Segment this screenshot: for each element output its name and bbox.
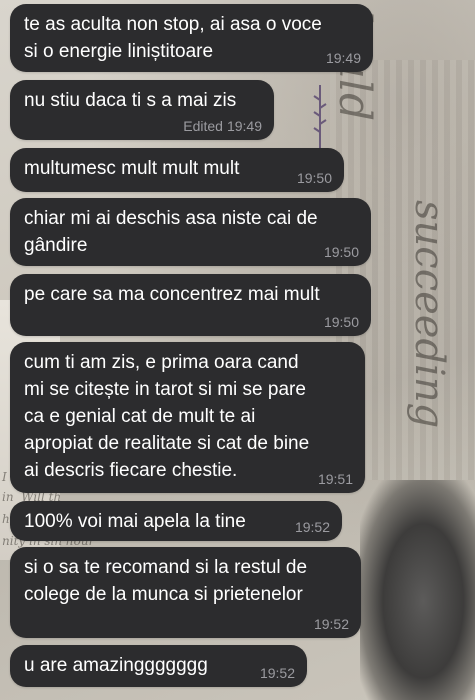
message-bubble[interactable]: multumesc mult mult mult 19:50 [10, 148, 344, 192]
message-text: u are amazinggggggg [24, 655, 208, 676]
message-time: 19:52 [294, 519, 330, 535]
message-meta: 19:49 [326, 50, 361, 66]
message-text: te as aculta non stop, ai asa o voce si … [24, 14, 322, 62]
message-bubble[interactable]: si o sa te recomand si la restul de cole… [10, 547, 361, 638]
message-time: 19:52 [313, 616, 349, 632]
message-text: pe care sa ma concentrez mai mult [24, 284, 320, 305]
message-text: chiar mi ai deschis asa niste cai de gân… [24, 208, 318, 256]
message-text: cum ti am zis, e prima oara cand mi se c… [24, 352, 310, 481]
message-meta: 19:51 [318, 471, 353, 487]
message-meta: 19:52 [260, 665, 295, 681]
message-time: 19:49 [325, 50, 361, 66]
message-time: 19:50 [323, 244, 359, 260]
message-time: 19:49 [226, 118, 262, 134]
message-time: 19:50 [323, 314, 359, 330]
message-bubble[interactable]: nu stiu daca ti s a mai zis Edited 19:49 [10, 80, 274, 140]
message-bubble[interactable]: chiar mi ai deschis asa niste cai de gân… [10, 198, 371, 266]
message-meta: 19:52 [295, 519, 330, 535]
message-text: 100% voi mai apela la tine [24, 511, 246, 532]
message-text: nu stiu daca ti s a mai zis [24, 90, 237, 111]
message-bubble[interactable]: 100% voi mai apela la tine 19:52 [10, 501, 342, 541]
message-edited-label: Edited [183, 118, 223, 134]
message-time: 19:52 [259, 665, 295, 681]
message-time: 19:50 [296, 170, 332, 186]
message-bubble[interactable]: pe care sa ma concentrez mai mult 19:50 [10, 274, 371, 336]
message-meta: 19:52 [314, 616, 349, 632]
message-text: multumesc mult mult mult [24, 158, 240, 179]
message-meta: Edited 19:49 [183, 118, 262, 134]
message-meta: 19:50 [324, 244, 359, 260]
message-meta: 19:50 [324, 314, 359, 330]
message-bubble[interactable]: te as aculta non stop, ai asa o voce si … [10, 4, 373, 72]
message-time: 19:51 [317, 471, 353, 487]
message-text: si o sa te recomand si la restul de cole… [24, 557, 308, 605]
message-bubble[interactable]: cum ti am zis, e prima oara cand mi se c… [10, 342, 365, 493]
message-meta: 19:50 [297, 170, 332, 186]
message-bubble[interactable]: u are amazinggggggg 19:52 [10, 645, 307, 687]
